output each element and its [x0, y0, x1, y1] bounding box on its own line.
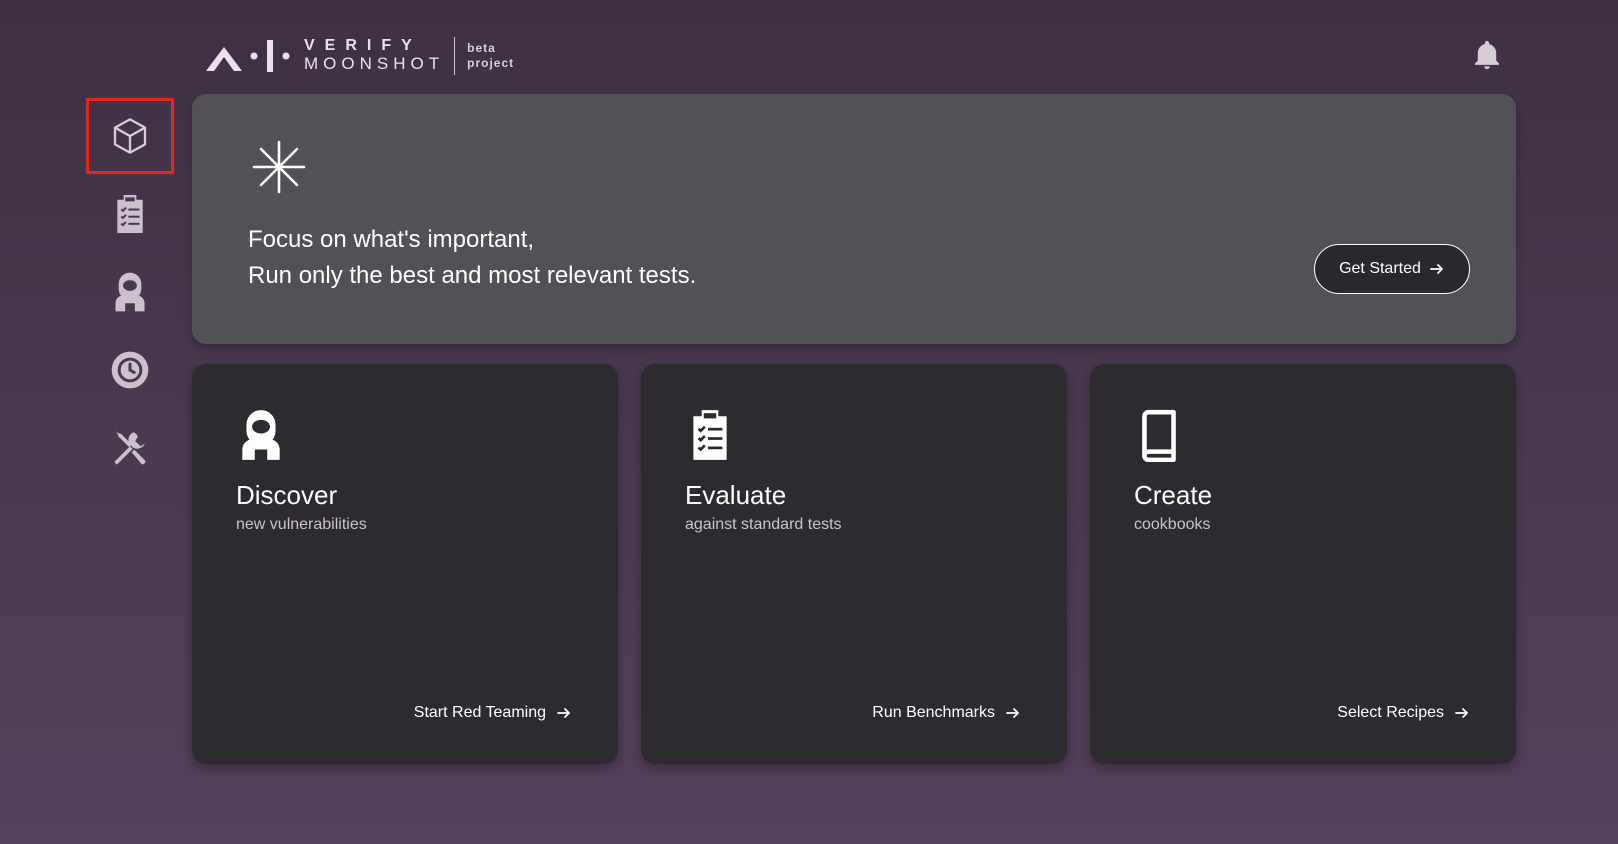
card-subtitle: cookbooks: [1134, 516, 1211, 533]
arrow-right-icon: [557, 708, 570, 718]
arrow-right-icon: [1455, 708, 1468, 718]
tools-icon: [114, 431, 146, 465]
sidebar-item-tools[interactable]: [86, 410, 174, 486]
logo-moonshot-text: MOONSHOT: [304, 54, 445, 73]
cube-icon: [113, 118, 147, 154]
start-red-teaming-link[interactable]: Start Red Teaming: [414, 704, 572, 722]
card-action-label: Run Benchmarks: [872, 704, 995, 721]
logo-verify-text: VERIFY: [304, 37, 422, 54]
bell-icon[interactable]: [1470, 38, 1504, 72]
card-title: Evaluate: [685, 480, 787, 510]
select-recipes-link[interactable]: Select Recipes: [1337, 704, 1470, 722]
card-action-label: Start Red Teaming: [413, 704, 546, 721]
evaluate-card: Evaluate against standard tests Run Benc…: [641, 364, 1067, 764]
sparkle-icon: [252, 140, 306, 194]
logo-mark-icon: [206, 40, 290, 72]
get-started-button[interactable]: Get Started: [1314, 244, 1470, 294]
get-started-label: Get Started: [1339, 260, 1421, 277]
logo-beta-text: beta: [467, 41, 496, 55]
card-title: Create: [1134, 480, 1213, 510]
arrow-right-icon: [1430, 264, 1443, 274]
astronaut-icon: [115, 272, 145, 312]
run-benchmarks-link[interactable]: Run Benchmarks: [872, 704, 1021, 722]
arrow-right-icon: [1006, 708, 1019, 718]
sidebar-item-redteaming[interactable]: [86, 254, 174, 330]
sidebar-item-benchmarks[interactable]: [86, 176, 174, 252]
card-subtitle: against standard tests: [685, 516, 842, 533]
card-action-label: Select Recipes: [1337, 704, 1444, 721]
hero-banner: Focus on what's important, Run only the …: [192, 94, 1516, 344]
discover-card: Discover new vulnerabilities Start Red T…: [192, 364, 618, 764]
book-icon: [1142, 409, 1176, 462]
sidebar-item-cube[interactable]: [86, 98, 174, 174]
logo-project-text: project: [467, 56, 515, 70]
astronaut-icon: [242, 410, 280, 460]
clipboard-icon: [693, 410, 727, 460]
app-logo[interactable]: VERIFY MOONSHOT beta project: [206, 36, 514, 76]
sidebar-item-history[interactable]: [86, 332, 174, 408]
card-title: Discover: [236, 480, 338, 510]
banner-line-1: Focus on what's important,: [248, 226, 535, 253]
card-subtitle: new vulnerabilities: [236, 516, 367, 533]
banner-line-2: Run only the best and most relevant test…: [248, 262, 697, 289]
clipboard-icon: [117, 195, 143, 233]
history-icon: [111, 351, 149, 389]
logo-divider: [454, 37, 456, 75]
create-card: Create cookbooks Select Recipes: [1090, 364, 1516, 764]
